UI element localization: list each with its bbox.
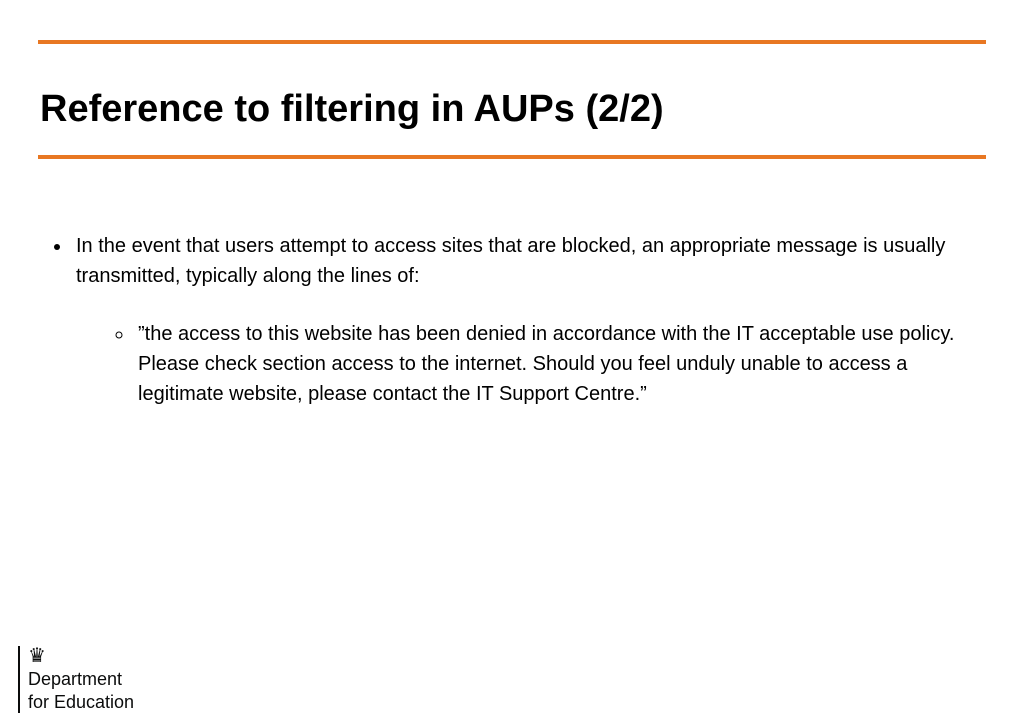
divider-under-title <box>38 155 986 159</box>
divider-top <box>38 40 986 44</box>
sub-bullet-list: ”the access to this website has been den… <box>76 319 984 409</box>
bullet-item: In the event that users attempt to acces… <box>72 231 984 409</box>
footer-branding: ♛ Department for Education <box>18 646 134 713</box>
department-line-1: Department <box>28 668 134 691</box>
department-line-2: for Education <box>28 691 134 714</box>
page-title: Reference to filtering in AUPs (2/2) <box>40 88 984 131</box>
crest-icon: ♛ <box>28 646 134 666</box>
bullet-text: In the event that users attempt to acces… <box>76 235 945 287</box>
sub-bullet-item: ”the access to this website has been den… <box>134 319 984 409</box>
body-content: In the event that users attempt to acces… <box>40 231 984 409</box>
sub-bullet-text: ”the access to this website has been den… <box>138 323 954 405</box>
bullet-list: In the event that users attempt to acces… <box>40 231 984 409</box>
slide: Reference to filtering in AUPs (2/2) In … <box>0 40 1024 723</box>
